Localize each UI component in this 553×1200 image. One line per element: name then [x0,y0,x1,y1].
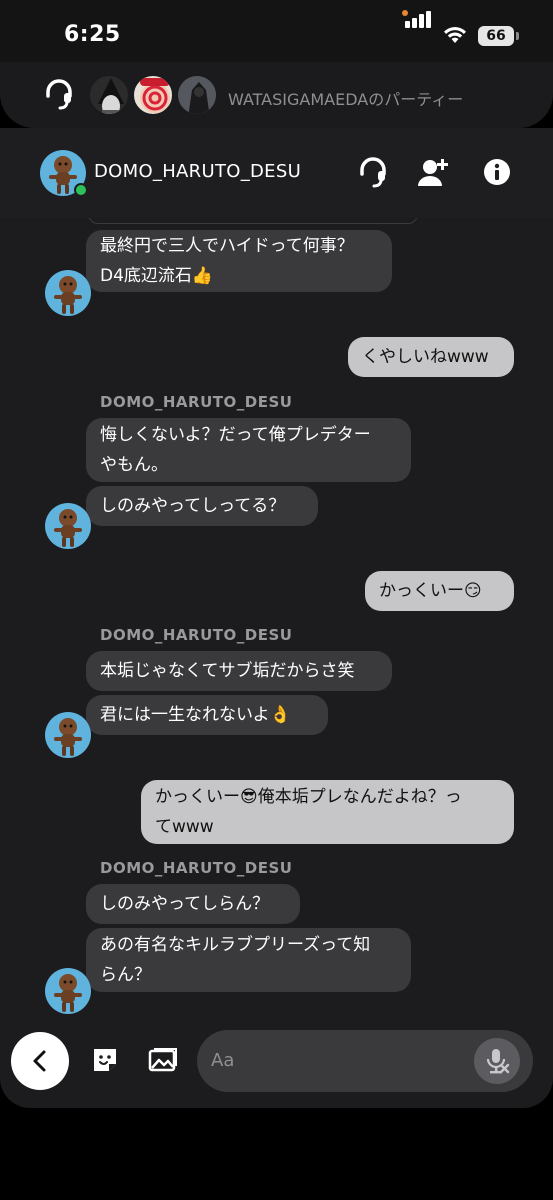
voice-call-button[interactable] [356,155,390,189]
message-bubble-incoming[interactable]: 本垢じゃなくてサブ垢だからさ笑 [86,651,392,691]
avatar[interactable] [45,503,91,549]
party-member-avatar [88,74,130,116]
message-bubble-incoming[interactable]: 最終円で三人でハイドって何事？ D4底辺流石👍 [86,230,392,292]
message-bubble-incoming[interactable]: 悔しくないよ？だって俺プレデター やもん。 [86,418,411,482]
message-composer: Aa [0,1028,553,1108]
message-bubble-incoming[interactable]: しのみやってしらん？ [86,884,300,924]
add-friend-icon [418,159,448,186]
message-text: やもん。 [100,455,168,475]
message-bubble-outgoing[interactable]: くやしいねwww [348,337,514,377]
message-text: らん？ [100,965,151,985]
message-bubble-incoming[interactable]: 君には一生なれないよ👌 [86,695,328,735]
chat-title[interactable]: DOMO_HARUTO_DESU [94,161,301,182]
message-text: 最終円で三人でハイドって何事？ [100,236,354,256]
message-text: かっくいー😏 [379,581,482,601]
chat-header: DOMO_HARUTO_DESU [0,128,553,218]
message-text: 悔しくないよ？だって俺プレデター [100,425,371,445]
image-button[interactable] [148,1046,178,1076]
chevron-left-icon [33,1050,46,1072]
image-icon [148,1048,177,1072]
sticker-icon [94,1049,116,1071]
message-bubble-incoming[interactable]: あの有名なキルラブプリーズって知 らん？ [86,928,411,992]
headset-icon [360,157,386,188]
sender-name: DOMO_HARUTO_DESU [100,859,293,877]
message-text: かっくいー😎俺本垢プレなんだよね？っ [155,787,462,807]
avatar[interactable] [45,968,91,1014]
message-input-placeholder: Aa [211,1050,235,1071]
status-time: 6:25 [64,22,121,47]
message-text: あの有名なキルラブプリーズって知 [100,935,371,955]
message-text: しのみやってしらん？ [100,894,270,914]
online-status-indicator [74,183,88,197]
headset-icon [46,79,72,110]
message-input[interactable]: Aa [197,1030,533,1092]
message-text: くやしいねwww [362,347,489,367]
party-bar[interactable]: WATASIGAMAEDAのパーティー [0,62,553,128]
message-text: 本垢じゃなくてサブ垢だからさ笑 [100,661,355,681]
message-text: しのみやってしってる？ [100,496,286,516]
party-name: WATASIGAMAEDAのパーティー [228,90,464,109]
party-member-avatar [176,74,218,116]
battery-tip [516,32,519,40]
message-text: てwww [155,817,214,837]
sender-name: DOMO_HARUTO_DESU [100,393,293,411]
info-button[interactable] [480,155,514,189]
party-member-avatar [132,74,174,116]
sender-name: DOMO_HARUTO_DESU [100,626,293,644]
add-friend-button[interactable] [416,155,450,189]
back-button[interactable] [11,1032,69,1090]
message-text: 君には一生なれないよ👌 [100,705,291,725]
message-bubble-outgoing[interactable]: かっくいー😎俺本垢プレなんだよね？っ てwww [141,780,514,844]
mic-off-icon [486,1049,510,1074]
message-list[interactable]: 最終円で三人でハイドって何事？ D4底辺流石👍 くやしいねwww DOMO_HA… [0,218,553,1028]
camera-indicator-icon [402,10,408,16]
avatar[interactable] [45,270,91,316]
message-bubble-outgoing[interactable]: かっくいー😏 [365,571,514,611]
sticker-button[interactable] [91,1046,121,1076]
previous-message-bubble-edge [88,218,418,224]
avatar[interactable] [45,712,91,758]
info-icon [484,159,510,185]
message-bubble-incoming[interactable]: しのみやってしってる？ [86,486,318,526]
message-text: D4底辺流石👍 [100,266,214,286]
status-bar: 6:25 66 [0,0,553,70]
battery-indicator: 66 [478,26,514,46]
speech-to-text-button[interactable] [474,1038,520,1084]
wifi-icon [444,26,466,43]
